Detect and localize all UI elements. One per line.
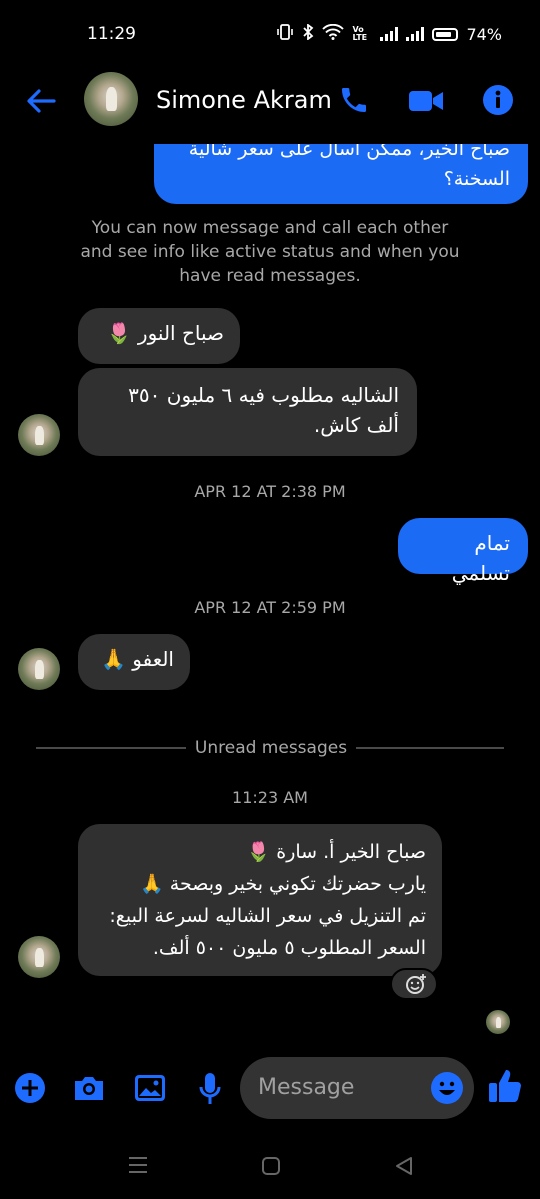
chat-header: Simone Akram xyxy=(0,60,540,144)
bluetooth-icon xyxy=(302,23,314,44)
camera-icon[interactable] xyxy=(72,1074,106,1106)
message-input-placeholder: Message xyxy=(258,1075,355,1100)
message-bubble-in[interactable]: صباح النور 🌷 xyxy=(78,308,240,364)
image-icon[interactable] xyxy=(134,1074,166,1106)
message-bubble-in[interactable]: صباح الخير أ. سارة 🌷 يارب حضرتك تكوني بخ… xyxy=(78,824,442,976)
unread-divider-left xyxy=(36,747,186,749)
signal-2-icon xyxy=(406,27,425,41)
connection-notice: You can now message and call each other … xyxy=(80,218,460,286)
timestamp: 11:23 AM xyxy=(232,788,308,807)
wifi-icon xyxy=(322,23,345,44)
sender-avatar[interactable] xyxy=(18,648,60,690)
battery-icon xyxy=(432,27,459,41)
home-icon[interactable] xyxy=(261,1156,281,1180)
read-receipt-avatar xyxy=(486,1010,510,1034)
message-bubble-in[interactable]: الشاليه مطلوب فيه ٦ مليون ٣٥٠ ألف كاش. xyxy=(78,368,417,456)
unread-label: Unread messages xyxy=(194,738,348,758)
add-reaction-icon[interactable] xyxy=(390,968,438,1000)
thumbs-up-icon[interactable] xyxy=(488,1068,522,1108)
mic-icon[interactable] xyxy=(198,1072,222,1110)
volte-label: Vo LTE xyxy=(352,25,368,42)
battery-level: 74% xyxy=(466,24,502,44)
recents-icon[interactable] xyxy=(128,1156,148,1178)
back-arrow-icon[interactable] xyxy=(26,88,56,118)
message-bubble-out[interactable]: تمام تسلمي xyxy=(398,518,528,585)
emoji-icon[interactable] xyxy=(430,1071,464,1109)
signal-icon xyxy=(380,27,399,41)
status-time: 11:29 xyxy=(87,24,136,44)
plus-icon[interactable] xyxy=(14,1072,46,1108)
back-icon[interactable] xyxy=(394,1156,414,1180)
video-icon[interactable] xyxy=(408,88,444,118)
message-bubble-in[interactable]: العفو 🙏 xyxy=(78,634,190,690)
sender-avatar[interactable] xyxy=(18,414,60,456)
info-icon[interactable] xyxy=(482,84,514,120)
message-input[interactable]: Message xyxy=(240,1057,474,1119)
unread-divider-right xyxy=(356,747,504,749)
sender-avatar[interactable] xyxy=(18,936,60,978)
timestamp: APR 12 AT 2:38 PM xyxy=(194,482,346,501)
timestamp: APR 12 AT 2:59 PM xyxy=(194,598,346,617)
phone-icon[interactable] xyxy=(338,84,370,120)
contact-avatar[interactable] xyxy=(84,72,138,126)
contact-name[interactable]: Simone Akram xyxy=(156,86,332,114)
vibrate-icon xyxy=(276,24,294,44)
status-icons: Vo LTE 74% xyxy=(276,23,502,44)
